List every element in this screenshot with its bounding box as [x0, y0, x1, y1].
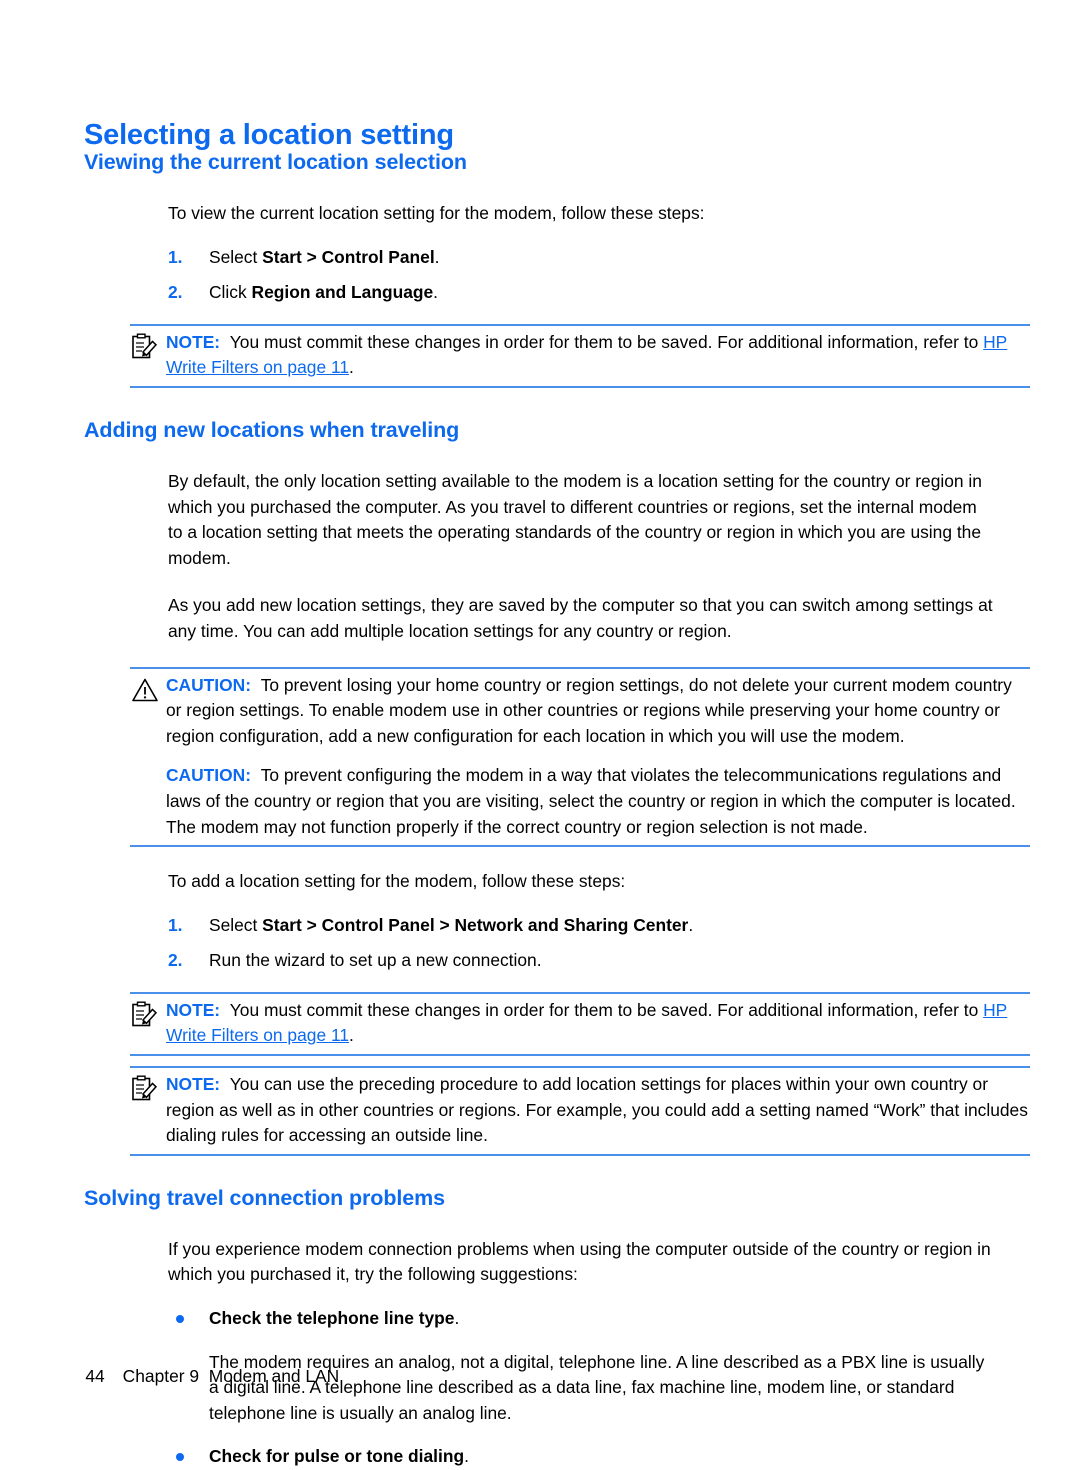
step-item: 2. Click Region and Language. — [168, 280, 996, 306]
section1-body: To view the current location setting for… — [168, 201, 996, 306]
caution-block-group: CAUTION: To prevent losing your home cou… — [130, 666, 1030, 848]
footer-chapter-title: Modem and LAN — [208, 1366, 340, 1386]
step-text-post: . — [434, 246, 440, 267]
section3-intro: If you experience modem connection probl… — [168, 1238, 991, 1285]
step-number: 2. — [168, 282, 183, 303]
bullet-dot-icon — [176, 1453, 184, 1462]
caution-body: To prevent losing your home country or r… — [166, 674, 1012, 746]
step-item: 1. Select Start > Control Panel. — [168, 245, 996, 271]
bullet-post-text: . — [454, 1308, 460, 1329]
section2-paragraph-2: As you add new location settings, they a… — [168, 595, 993, 641]
list-item: Check the telephone line type. — [168, 1306, 996, 1332]
note-text-after-link: . — [349, 1025, 354, 1046]
caution-warning-triangle-icon — [130, 675, 160, 705]
section-heading-viewing-current-location: Viewing the current location selection — [84, 150, 467, 174]
step-text-pre: Click — [209, 282, 252, 303]
caution-body: To prevent configuring the modem in a wa… — [166, 765, 1016, 837]
section2-add-steps-body: To add a location setting for the modem,… — [168, 869, 996, 974]
note-text-before-link: You must commit these changes in order f… — [229, 331, 984, 352]
note-clipboard-pencil-icon — [130, 332, 160, 362]
step-number: 1. — [168, 914, 183, 935]
note-label: NOTE: — [166, 331, 221, 352]
section-heading-solving-travel-problems: Solving travel connection problems — [84, 1185, 445, 1210]
note-text: NOTE: You must commit these changes in o… — [166, 330, 1030, 381]
step-text-bold: Start > Control Panel — [262, 246, 435, 267]
step-text-bold: Start > Control Panel > Network and Shar… — [262, 914, 689, 935]
note-clipboard-pencil-icon — [130, 1074, 160, 1104]
note-label: NOTE: — [166, 999, 221, 1020]
step-text-pre: Select — [209, 246, 263, 267]
step-item: 1. Select Start > Control Panel > Network… — [168, 913, 996, 939]
step-item: 2. Run the wizard to set up a new connect… — [168, 948, 996, 974]
step-text-post: . — [688, 914, 694, 935]
note-text: NOTE: You must commit these changes in o… — [166, 998, 1030, 1049]
caution-text-2: CAUTION: To prevent configuring the mode… — [166, 763, 1030, 840]
section1-intro: To view the current location setting for… — [168, 203, 705, 223]
step-text-pre: Run the wizard to set up a new connectio… — [209, 950, 542, 971]
note-label: NOTE: — [166, 1074, 221, 1095]
page-title: Selecting a location setting — [84, 119, 454, 152]
note-block: NOTE: You can use the preceding procedur… — [130, 1066, 1030, 1156]
note-text-before-link: You must commit these changes in order f… — [229, 999, 984, 1020]
step-text-pre: Select — [209, 914, 263, 935]
section2-add-intro: To add a location setting for the modem,… — [168, 871, 626, 892]
note-block: NOTE: You must commit these changes in o… — [130, 323, 1030, 388]
note-body: You can use the preceding procedure to a… — [166, 1074, 1028, 1146]
step-text-bold: Region and Language — [251, 282, 434, 303]
list-item: Check for pulse or tone dialing. — [168, 1444, 996, 1470]
bullet-post-text: . — [464, 1446, 469, 1467]
note-clipboard-pencil-icon — [130, 1000, 160, 1030]
caution-text-1: CAUTION: To prevent losing your home cou… — [166, 673, 1030, 750]
caution-label: CAUTION: — [166, 765, 252, 786]
bullet-dot-icon — [176, 1315, 184, 1324]
caution-label: CAUTION: — [166, 674, 252, 695]
section1-steps-list: 1. Select Start > Control Panel. 2. Click … — [168, 245, 996, 306]
footer-chapter: Chapter 9 — [122, 1366, 200, 1386]
section2-paragraph-1: By default, the only location setting av… — [168, 470, 982, 568]
section2-steps-list: 1. Select Start > Control Panel > Network… — [168, 913, 996, 974]
page-footer: 44 Chapter 9 Modem and LAN — [66, 1345, 339, 1408]
bullet-bold-text: Check the telephone line type — [209, 1308, 455, 1329]
page-content: Viewing the current location selection T… — [84, 150, 1030, 1470]
footer-page-number: 44 — [85, 1366, 105, 1386]
bullet-bold-text: Check for pulse or tone dialing — [209, 1446, 465, 1467]
step-number: 2. — [168, 950, 183, 971]
section-heading-adding-new-locations: Adding new locations when traveling — [84, 417, 460, 442]
note-text: NOTE: You can use the preceding procedur… — [166, 1072, 1030, 1149]
step-number: 1. — [168, 246, 183, 267]
note-text-after-link: . — [349, 357, 354, 378]
section2-body: By default, the only location setting av… — [168, 469, 996, 645]
note-block: NOTE: You must commit these changes in o… — [130, 991, 1030, 1057]
document-page: Selecting a location setting Viewing the… — [0, 0, 1080, 1466]
step-text-post: . — [433, 282, 439, 303]
